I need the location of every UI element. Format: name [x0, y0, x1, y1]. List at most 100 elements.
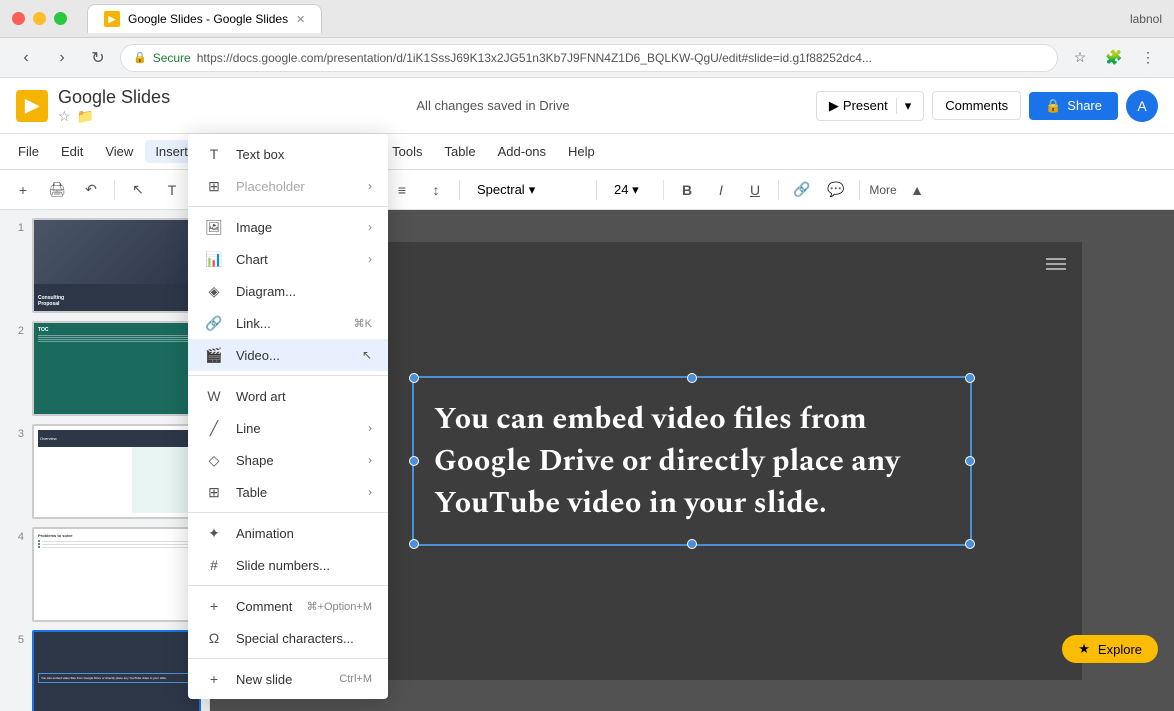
collapse-toolbar-button[interactable]: ▲ — [902, 175, 932, 205]
traffic-lights — [12, 12, 67, 25]
insert-placeholder[interactable]: ⊞ Placeholder › — [188, 170, 388, 202]
menu-divider-3 — [188, 512, 388, 513]
hamburger-line-2 — [1046, 263, 1066, 265]
insert-line[interactable]: ╱ Line › — [188, 412, 388, 444]
menu-edit[interactable]: Edit — [51, 140, 93, 163]
url-bar[interactable]: 🔒 Secure https://docs.google.com/present… — [120, 44, 1058, 72]
insert-wordart[interactable]: W Word art — [188, 380, 388, 412]
insert-textbox[interactable]: T Text box — [188, 138, 388, 170]
menu-divider-2 — [188, 375, 388, 376]
comments-button[interactable]: Comments — [932, 91, 1021, 120]
explore-button[interactable]: ★ Explore — [1062, 635, 1158, 663]
tab-close-icon[interactable]: ✕ — [296, 13, 305, 26]
slide-num-1: 1 — [8, 222, 24, 234]
font-name-label: Spectral — [477, 182, 525, 197]
comment-button[interactable]: 💬 — [821, 175, 851, 205]
undo-button[interactable]: + — [8, 175, 38, 205]
bookmark-icon[interactable]: ☆ — [1066, 44, 1094, 72]
maximize-button[interactable] — [54, 12, 67, 25]
slide-preview-4[interactable]: Problems to solve — [32, 527, 201, 622]
slide-preview-2[interactable]: TOC — [32, 321, 201, 416]
menu-help[interactable]: Help — [558, 140, 605, 163]
font-selector[interactable]: Spectral ▾ — [468, 178, 588, 202]
textbox-icon: T — [204, 144, 224, 164]
menu-addons[interactable]: Add-ons — [488, 140, 556, 163]
menu-view[interactable]: View — [95, 140, 143, 163]
menu-tools[interactable]: Tools — [382, 140, 432, 163]
present-dropdown-icon[interactable]: ▾ — [896, 98, 912, 114]
more-button[interactable]: More — [868, 175, 898, 205]
text-tool[interactable]: T — [157, 175, 187, 205]
insert-shape[interactable]: ◇ Shape › — [188, 444, 388, 476]
handle-bot-center[interactable] — [687, 539, 697, 549]
address-icons: ☆ 🧩 ⋮ — [1066, 44, 1162, 72]
extensions-icon[interactable]: 🧩 — [1100, 44, 1128, 72]
insert-image[interactable]: 🖼 Image › — [188, 211, 388, 243]
close-button[interactable] — [12, 12, 25, 25]
line-height-button[interactable]: ↕ — [421, 175, 451, 205]
table-icon: ⊞ — [204, 482, 224, 502]
insert-table[interactable]: ⊞ Table › — [188, 476, 388, 508]
insert-chart[interactable]: 📊 Chart › — [188, 243, 388, 275]
minimize-button[interactable] — [33, 12, 46, 25]
insert-video[interactable]: 🎬 Video... ↖ — [188, 339, 388, 371]
menu-divider-4 — [188, 585, 388, 586]
redo-button[interactable]: ↶ — [76, 175, 106, 205]
new-slide-label: New slide — [236, 672, 327, 687]
handle-top-left[interactable] — [409, 373, 419, 383]
insert-link[interactable]: 🔗 Link... ⌘K — [188, 307, 388, 339]
slide-thumb-3: 3 Overview — [8, 424, 201, 519]
user-avatar[interactable]: A — [1126, 90, 1158, 122]
menu-icon[interactable]: ⋮ — [1134, 44, 1162, 72]
insert-slide-numbers[interactable]: # Slide numbers... — [188, 549, 388, 581]
handle-mid-right[interactable] — [965, 456, 975, 466]
hamburger-line-3 — [1046, 268, 1066, 270]
handle-mid-left[interactable] — [409, 456, 419, 466]
forward-button[interactable]: › — [48, 44, 76, 72]
slide-preview-1[interactable]: ConsultingProposal — [32, 218, 201, 313]
insert-special-chars[interactable]: Ω Special characters... — [188, 622, 388, 654]
slide-preview-3[interactable]: Overview — [32, 424, 201, 519]
shape-arrow: › — [368, 453, 372, 467]
share-label: Share — [1067, 98, 1102, 113]
star-icon[interactable]: ☆ — [58, 108, 71, 125]
back-button[interactable]: ‹ — [12, 44, 40, 72]
menu-file[interactable]: File — [8, 140, 49, 163]
bold-button[interactable]: B — [672, 175, 702, 205]
chart-label: Chart — [236, 252, 356, 267]
slide-preview-5[interactable]: You can embed video files from Google Dr… — [32, 630, 201, 711]
insert-diagram[interactable]: ◈ Diagram... — [188, 275, 388, 307]
print-button[interactable]: 🖨 — [42, 175, 72, 205]
handle-bot-right[interactable] — [965, 539, 975, 549]
refresh-button[interactable]: ↻ — [84, 44, 112, 72]
handle-top-right[interactable] — [965, 373, 975, 383]
menu-table[interactable]: Table — [435, 140, 486, 163]
handle-bot-left[interactable] — [409, 539, 419, 549]
present-button[interactable]: ▶ Present ▾ — [816, 91, 924, 121]
handle-top-center[interactable] — [687, 373, 697, 383]
animation-icon: ✦ — [204, 523, 224, 543]
link-shortcut: ⌘K — [354, 317, 372, 330]
video-label: Video... — [236, 348, 350, 363]
font-size-selector[interactable]: 24 ▾ — [605, 178, 655, 202]
link-button[interactable]: 🔗 — [787, 175, 817, 205]
insert-animation[interactable]: ✦ Animation — [188, 517, 388, 549]
italic-button[interactable]: I — [706, 175, 736, 205]
slide-thumb-2: 2 TOC — [8, 321, 201, 416]
underline-button[interactable]: U — [740, 175, 770, 205]
browser-tab[interactable]: ▶ Google Slides - Google Slides ✕ — [87, 4, 322, 33]
folder-icon[interactable]: 📁 — [77, 108, 94, 125]
share-button[interactable]: 🔒 Share — [1029, 92, 1118, 120]
link-icon: 🔗 — [204, 313, 224, 333]
slide-num-4: 4 — [8, 531, 24, 543]
line-arrow: › — [368, 421, 372, 435]
shape-label: Shape — [236, 453, 356, 468]
insert-new-slide[interactable]: + New slide Ctrl+M — [188, 663, 388, 695]
menu-bar: File Edit View Insert Format Slide Arran… — [0, 134, 1174, 170]
cursor-tool[interactable]: ↖ — [123, 175, 153, 205]
align-button[interactable]: ≡ — [387, 175, 417, 205]
slide-text-box[interactable]: You can embed video files from Google Dr… — [412, 376, 972, 546]
toolbar-divider-1 — [114, 180, 115, 200]
insert-comment[interactable]: + Comment ⌘+Option+M — [188, 590, 388, 622]
image-label: Image — [236, 220, 356, 235]
